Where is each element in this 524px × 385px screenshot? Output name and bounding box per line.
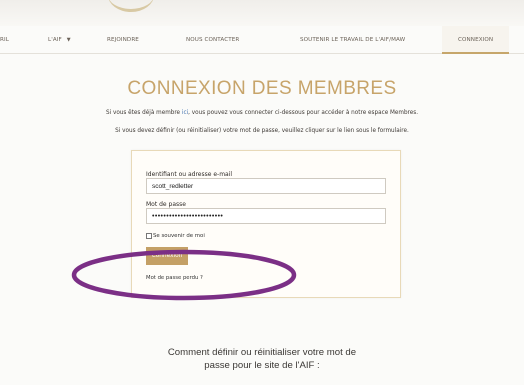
header-strip (0, 0, 524, 26)
nav-item-ril[interactable]: RIL (0, 26, 9, 54)
password-field[interactable]: ••••••••••••••••••••••••• (146, 208, 386, 224)
password-label: Mot de passe (146, 201, 186, 208)
logo[interactable] (108, 0, 154, 12)
username-field[interactable]: scott_redletter (146, 178, 386, 194)
section-heading: Comment définir ou réinitialiser votre m… (0, 346, 524, 372)
intro-text: Si vous êtes déjà membre (105, 110, 182, 116)
main-nav: RIL L'AIF ▼ REJOINDRE NOUS CONTACTER SOU… (0, 26, 524, 54)
nav-item-rejoindre[interactable]: REJOINDRE (107, 26, 139, 54)
intro-line-1: Si vous êtes déjà membre ici, vous pouve… (0, 110, 524, 116)
nav-item-label: RIL (0, 37, 9, 43)
page: RIL L'AIF ▼ REJOINDRE NOUS CONTACTER SOU… (0, 0, 524, 385)
nav-item-aif[interactable]: L'AIF ▼ (48, 26, 71, 54)
section-heading-line: passe pour le site de l'AIF : (204, 360, 320, 371)
username-label: Identifiant ou adresse e-mail (146, 171, 233, 178)
remember-me[interactable]: Se souvenir de moi (146, 233, 205, 239)
lost-password-link[interactable]: Mot de passe perdu ? (146, 275, 203, 281)
nav-item-label: L'AIF (48, 37, 62, 43)
page-title: CONNEXION DES MEMBRES (127, 78, 397, 99)
nav-item-connexion[interactable]: CONNEXION (442, 26, 510, 54)
login-form: Identifiant ou adresse e-mail scott_redl… (131, 150, 401, 298)
nav-item-label: SOUTENIR LE TRAVAIL DE L'AIF/MAW (300, 37, 406, 43)
section-heading-line: Comment définir ou réinitialiser votre m… (167, 347, 357, 358)
nav-item-label: CONNEXION (458, 37, 494, 43)
remember-checkbox[interactable] (146, 233, 152, 239)
intro-line-2: Si vous devez définir (ou réinitialiser)… (115, 128, 409, 134)
nav-item-label: REJOINDRE (107, 37, 139, 43)
intro-text: , vous pouvez vous connecter ci-dessous … (188, 110, 419, 116)
remember-label: Se souvenir de moi (153, 233, 205, 239)
login-button[interactable]: Connexion (146, 247, 188, 265)
nav-item-soutenir[interactable]: SOUTENIR LE TRAVAIL DE L'AIF/MAW (300, 26, 405, 54)
nav-item-nous-contacter[interactable]: NOUS CONTACTER (186, 26, 239, 54)
chevron-down-icon: ▼ (66, 37, 71, 43)
nav-item-label: NOUS CONTACTER (186, 37, 240, 43)
